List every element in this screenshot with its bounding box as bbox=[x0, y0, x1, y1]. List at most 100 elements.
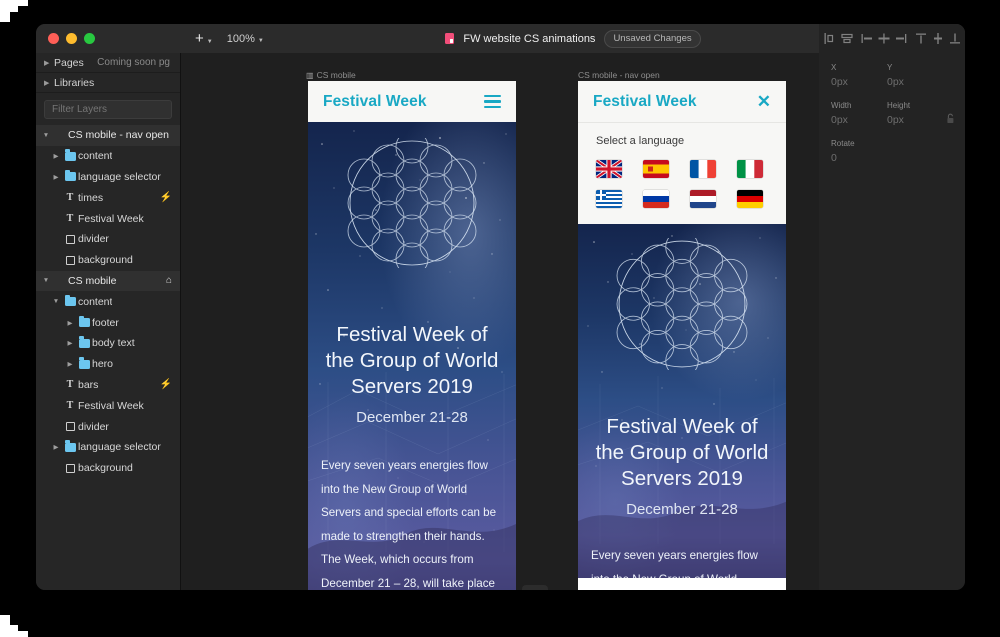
layer-row[interactable]: ▶ content bbox=[36, 146, 180, 167]
y-label: Y bbox=[887, 63, 893, 72]
prototype-bolt-icon[interactable]: ⚡ bbox=[160, 379, 172, 390]
design-canvas[interactable]: ▥ CS mobile Festival Week Festival Week … bbox=[181, 53, 819, 590]
chevron-right-icon[interactable]: ▶ bbox=[64, 360, 76, 368]
layer-row[interactable]: T Festival Week bbox=[36, 208, 180, 229]
layer-row[interactable]: divider bbox=[36, 416, 180, 437]
layer-row[interactable]: Tbars ⚡ bbox=[36, 375, 180, 396]
chevron-right-icon[interactable]: ▶ bbox=[50, 152, 62, 160]
text-icon: T bbox=[66, 399, 74, 411]
hamburger-icon[interactable] bbox=[484, 94, 501, 109]
chevron-right-icon[interactable]: ▶ bbox=[50, 443, 62, 451]
layer-name: divider bbox=[78, 420, 109, 433]
layer-name: hero bbox=[92, 358, 114, 371]
filter-layers-input[interactable] bbox=[44, 100, 172, 119]
chevron-down-icon[interactable]: ▼ bbox=[50, 298, 62, 305]
rotate-value[interactable]: 0 bbox=[831, 152, 887, 164]
chevron-right-icon[interactable]: ▶ bbox=[64, 319, 76, 327]
align-middle-icon[interactable] bbox=[931, 32, 945, 45]
lock-open-icon[interactable] bbox=[946, 113, 955, 126]
align-bottom-icon[interactable] bbox=[948, 32, 962, 45]
align-top-icon[interactable] bbox=[914, 32, 928, 45]
zoom-window-button[interactable] bbox=[84, 33, 95, 44]
width-field[interactable]: Width 0px bbox=[831, 101, 887, 126]
sidebar-row-pages[interactable]: ▶ Pages Coming soon pg bbox=[36, 53, 180, 73]
layer-row[interactable]: divider bbox=[36, 229, 180, 250]
height-field[interactable]: Height 0px bbox=[887, 101, 943, 126]
document-title[interactable]: FW website CS animations bbox=[463, 33, 595, 45]
align-center-h-icon[interactable] bbox=[840, 32, 854, 45]
distribute-left-icon[interactable] bbox=[860, 32, 874, 45]
flag-spain[interactable] bbox=[643, 160, 669, 178]
minimize-window-button[interactable] bbox=[66, 33, 77, 44]
layer-row[interactable]: ▼ CS mobile - nav open bbox=[36, 125, 180, 146]
language-panel-title: Select a language bbox=[596, 135, 685, 147]
x-value[interactable]: 0px bbox=[831, 76, 887, 88]
zoom-level-selector[interactable]: 100% ▼ bbox=[227, 33, 264, 45]
layer-name: times bbox=[78, 191, 104, 204]
width-value[interactable]: 0px bbox=[831, 114, 887, 126]
layer-name: CS mobile - nav open bbox=[68, 129, 169, 142]
properties-panel: X 0px Y 0px Width 0px Height 0px Rotate … bbox=[819, 53, 965, 590]
artboard-cs-mobile-nav-open[interactable]: Festival Week ✕ Select a language Festiv… bbox=[578, 81, 786, 590]
flag-italy[interactable] bbox=[737, 160, 763, 178]
flag-france[interactable] bbox=[690, 160, 716, 178]
folder-icon bbox=[62, 149, 78, 161]
distribute-center-icon[interactable] bbox=[877, 32, 891, 45]
layer-row[interactable]: background bbox=[36, 250, 180, 271]
layer-row[interactable]: ▶ body text bbox=[36, 333, 180, 354]
home-icon[interactable]: ⌂ bbox=[166, 275, 172, 286]
chevron-down-icon[interactable]: ▼ bbox=[40, 277, 52, 284]
artboard-label-1[interactable]: ▥ CS mobile bbox=[306, 70, 356, 80]
flag-netherlands[interactable] bbox=[690, 190, 716, 208]
flag-row-2 bbox=[596, 190, 768, 208]
chevron-right-icon[interactable]: ▶ bbox=[64, 339, 76, 347]
y-field[interactable]: Y 0px bbox=[887, 63, 943, 88]
width-label: Width bbox=[831, 101, 852, 110]
layer-row[interactable]: T Festival Week bbox=[36, 395, 180, 416]
layer-row[interactable]: ▶ footer bbox=[36, 312, 180, 333]
rocket-icon[interactable]: 🚀 bbox=[522, 585, 548, 590]
x-field[interactable]: X 0px bbox=[831, 63, 887, 88]
align-left-icon[interactable] bbox=[823, 32, 837, 45]
flag-greece[interactable] bbox=[596, 190, 622, 208]
height-value[interactable]: 0px bbox=[887, 114, 943, 126]
chevron-right-icon: ▶ bbox=[44, 79, 50, 87]
text-icon: T bbox=[66, 212, 74, 224]
sidebar-row-libraries[interactable]: ▶ Libraries bbox=[36, 73, 180, 93]
flag-germany[interactable] bbox=[737, 190, 763, 208]
document-icon bbox=[445, 33, 455, 44]
position-row: X 0px Y 0px bbox=[831, 63, 953, 88]
layer-row[interactable]: ▶ language selector bbox=[36, 437, 180, 458]
layer-row[interactable]: ▶ language selector bbox=[36, 167, 180, 188]
artboard-label-2[interactable]: CS mobile - nav open bbox=[578, 70, 660, 80]
close-icon[interactable]: ✕ bbox=[757, 93, 771, 110]
traffic-light-group bbox=[36, 33, 95, 44]
layer-list: ▼ CS mobile - nav open ▶ content ▶ language s… bbox=[36, 125, 180, 479]
layer-name: content bbox=[78, 295, 113, 308]
rotate-field[interactable]: Rotate 0 bbox=[831, 139, 887, 164]
layer-row[interactable]: background bbox=[36, 458, 180, 479]
chevron-right-icon[interactable]: ▶ bbox=[50, 173, 62, 181]
align-toolbar bbox=[819, 24, 965, 53]
distribute-right-icon[interactable] bbox=[894, 32, 908, 45]
rotate-row: Rotate 0 bbox=[831, 139, 953, 164]
artboard-cs-mobile[interactable]: Festival Week Festival Week of the Group… bbox=[308, 81, 516, 590]
layer-row[interactable]: ▶ hero bbox=[36, 354, 180, 375]
chevron-down-icon[interactable]: ▼ bbox=[40, 132, 52, 139]
y-value[interactable]: 0px bbox=[887, 76, 943, 88]
layer-name: divider bbox=[78, 233, 109, 246]
flag-russia[interactable] bbox=[643, 190, 669, 208]
layer-row[interactable]: ▼ CS mobile ⌂ bbox=[36, 270, 180, 292]
layer-name: background bbox=[78, 254, 133, 267]
x-label: X bbox=[831, 63, 837, 72]
layer-row[interactable]: ▼ content bbox=[36, 291, 180, 312]
prototype-bolt-icon[interactable]: ⚡ bbox=[160, 192, 172, 203]
add-layer-button[interactable]: + ▼ bbox=[195, 31, 213, 46]
hero-section-2: Festival Week of the Group of World Serv… bbox=[578, 224, 786, 578]
phone-header-1: Festival Week bbox=[308, 81, 516, 122]
layer-row[interactable]: Ttimes ⚡ bbox=[36, 187, 180, 208]
rectangle-icon bbox=[62, 422, 78, 432]
phone-title-1: Festival Week bbox=[323, 92, 427, 110]
close-window-button[interactable] bbox=[48, 33, 59, 44]
flag-united-kingdom[interactable] bbox=[596, 160, 622, 178]
